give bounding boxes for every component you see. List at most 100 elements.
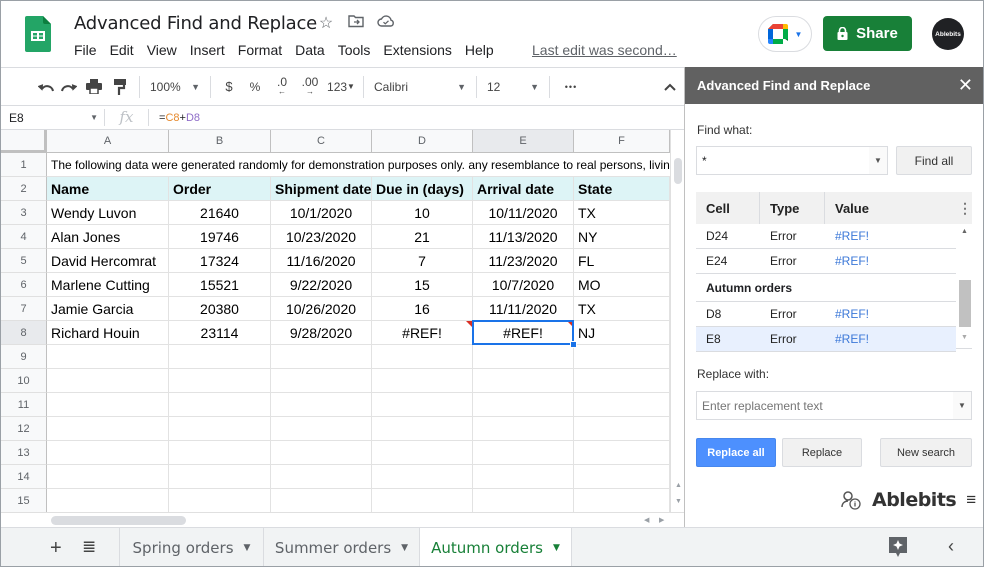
new-search-button[interactable]: New search <box>880 438 972 467</box>
grid-cell[interactable] <box>271 345 372 369</box>
grid-cell[interactable] <box>169 345 271 369</box>
sheets-logo-icon[interactable] <box>25 16 51 52</box>
result-row[interactable]: D8 Error #REF! <box>696 302 956 327</box>
grid-cell[interactable] <box>271 417 372 441</box>
grid-cell[interactable] <box>473 393 574 417</box>
font-select[interactable]: Calibri ▼ <box>370 74 470 100</box>
support-info-icon[interactable] <box>840 490 862 510</box>
currency-format-button[interactable]: $ <box>217 74 241 100</box>
grid-cell[interactable] <box>574 465 670 489</box>
increase-decimal-button[interactable]: .00 → <box>295 74 325 100</box>
note-cell[interactable]: The following data were generated random… <box>47 153 670 177</box>
select-all-corner[interactable] <box>1 130 47 153</box>
account-avatar[interactable]: Ablebits <box>932 18 964 50</box>
data-cell[interactable]: Jamie Garcia <box>47 297 169 321</box>
grid-cell[interactable] <box>473 441 574 465</box>
font-size-select[interactable]: 12 ▼ <box>483 74 543 100</box>
data-cell[interactable]: Marlene Cutting <box>47 273 169 297</box>
undo-icon[interactable] <box>35 74 57 100</box>
data-cell[interactable]: TX <box>574 297 670 321</box>
chevron-left-icon[interactable]: ‹ <box>948 536 954 557</box>
explore-icon[interactable] <box>889 537 907 557</box>
menu-edit[interactable]: Edit <box>110 42 141 58</box>
menu-view[interactable]: View <box>147 42 184 58</box>
decrease-decimal-button[interactable]: .0 ← <box>269 74 295 100</box>
more-vert-icon[interactable]: ⋮ <box>952 192 972 224</box>
grid-cell[interactable] <box>473 417 574 441</box>
grid-cell[interactable] <box>574 489 670 513</box>
data-cell[interactable]: 21 <box>372 225 473 249</box>
tab-autumn-orders[interactable]: Autumn orders ▼ <box>419 528 571 566</box>
move-folder-icon[interactable] <box>346 14 366 33</box>
data-cell[interactable]: 10 <box>372 201 473 225</box>
data-cell[interactable]: 11/13/2020 <box>473 225 574 249</box>
data-cell[interactable]: 23114 <box>169 321 271 345</box>
menu-data[interactable]: Data <box>295 42 332 58</box>
grid-cell[interactable] <box>574 417 670 441</box>
chevron-down-icon[interactable]: ▼ <box>869 147 887 174</box>
tab-spring-orders[interactable]: Spring orders ▼ <box>119 528 263 566</box>
data-cell[interactable]: TX <box>574 201 670 225</box>
data-cell[interactable]: 16 <box>372 297 473 321</box>
grid-cell[interactable] <box>47 369 169 393</box>
grid-cell[interactable] <box>473 369 574 393</box>
row-header-15[interactable]: 15 <box>1 489 47 513</box>
row-header-9[interactable]: 9 <box>1 345 47 369</box>
scroll-down-icon[interactable]: ▼ <box>675 498 682 505</box>
row-header-11[interactable]: 11 <box>1 393 47 417</box>
grid-cell[interactable] <box>574 345 670 369</box>
grid-cell[interactable] <box>574 393 670 417</box>
data-cell[interactable]: 17324 <box>169 249 271 273</box>
star-icon[interactable]: ☆ <box>316 13 336 33</box>
data-cell[interactable]: 20380 <box>169 297 271 321</box>
data-cell[interactable]: 10/7/2020 <box>473 273 574 297</box>
menu-extensions[interactable]: Extensions <box>383 42 458 58</box>
grid-cell[interactable] <box>271 489 372 513</box>
row-header-6[interactable]: 6 <box>1 273 47 297</box>
column-header-b[interactable]: B <box>169 130 271 153</box>
grid-cell[interactable] <box>473 345 574 369</box>
row-header-2[interactable]: 2 <box>1 177 47 201</box>
horizontal-scrollbar[interactable]: ◀ ▶ <box>1 512 685 527</box>
add-sheet-icon[interactable]: + <box>50 537 62 560</box>
column-header-e[interactable]: E <box>473 130 574 153</box>
column-header-f[interactable]: F <box>574 130 670 153</box>
document-title[interactable]: Advanced Find and Replace <box>74 13 317 34</box>
column-header-c[interactable]: C <box>271 130 372 153</box>
data-cell[interactable]: 21640 <box>169 201 271 225</box>
cloud-saved-icon[interactable] <box>376 14 396 32</box>
result-row[interactable]: E8 Error #REF! <box>696 327 956 352</box>
data-cell[interactable]: 11/11/2020 <box>473 297 574 321</box>
grid-cell[interactable] <box>47 489 169 513</box>
formula-input[interactable]: =C8+D8 <box>149 112 200 124</box>
close-icon[interactable]: ✕ <box>958 75 973 96</box>
zoom-select[interactable]: 100% ▼ <box>146 74 204 100</box>
spreadsheet-grid[interactable]: A B C D E F 1 The following data were generated… <box>1 130 685 516</box>
data-cell[interactable]: Alan Jones <box>47 225 169 249</box>
menu-format[interactable]: Format <box>238 42 289 58</box>
chevron-down-icon[interactable]: ▼ <box>953 392 971 419</box>
menu-help[interactable]: Help <box>465 42 501 58</box>
header-cell[interactable]: Shipment date <box>271 177 372 201</box>
grid-cell[interactable] <box>169 369 271 393</box>
replace-all-button[interactable]: Replace all <box>696 438 776 467</box>
scroll-up-icon[interactable]: ▲ <box>675 482 682 489</box>
vertical-scroll-thumb[interactable] <box>674 158 682 184</box>
all-sheets-icon[interactable]: ≣ <box>82 537 96 557</box>
grid-cell[interactable] <box>169 465 271 489</box>
menu-insert[interactable]: Insert <box>190 42 232 58</box>
data-cell[interactable]: #REF! <box>372 321 473 345</box>
grid-cell[interactable] <box>169 441 271 465</box>
share-button[interactable]: Share <box>823 16 912 51</box>
collapse-menus-icon[interactable] <box>655 74 685 100</box>
grid-cell[interactable] <box>169 393 271 417</box>
paint-format-icon[interactable] <box>107 74 133 100</box>
grid-cell[interactable] <box>169 417 271 441</box>
find-what-input[interactable]: * ▼ <box>696 146 888 175</box>
data-cell[interactable]: FL <box>574 249 670 273</box>
grid-cell[interactable] <box>169 489 271 513</box>
data-cell[interactable]: MO <box>574 273 670 297</box>
header-cell[interactable]: Name <box>47 177 169 201</box>
grid-cell[interactable] <box>372 417 473 441</box>
row-header-1[interactable]: 1 <box>1 153 47 177</box>
